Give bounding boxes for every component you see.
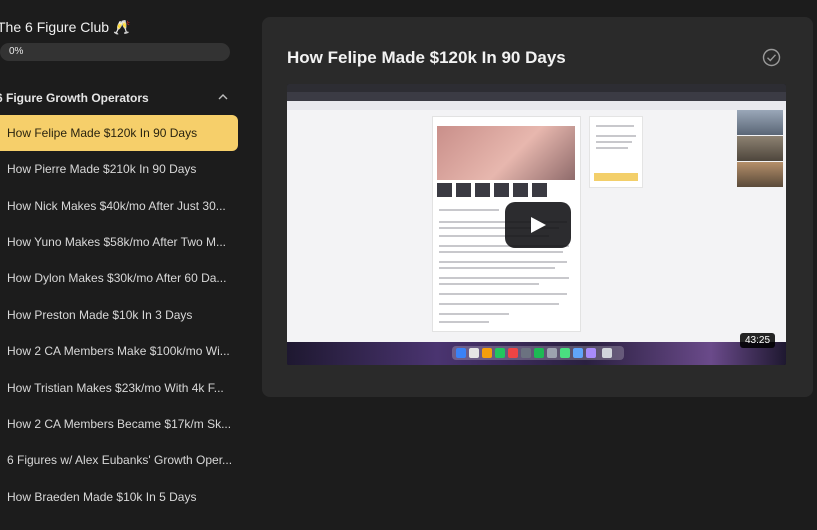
lesson-card: How Felipe Made $120k In 90 Days 43:25	[262, 17, 813, 397]
play-button[interactable]	[505, 202, 571, 248]
lesson-item[interactable]: How Braeden Made $10k In 5 Days	[0, 479, 238, 515]
lesson-item-label: 6 Figures w/ Alex Eubanks' Growth Oper..…	[7, 453, 233, 468]
course-sidebar: The 6 Figure Club 🥂 0% 6 Figure Growth O…	[0, 0, 248, 530]
lesson-item[interactable]: How 2 CA Members Make $100k/mo Wi...	[0, 333, 238, 369]
lesson-item-label: How Nick Makes $40k/mo After Just 30...	[7, 198, 226, 213]
video-frame-webcam	[737, 110, 783, 135]
video-frame-side-panel	[589, 116, 643, 188]
video-frame-webcam	[737, 162, 783, 187]
section-title: 6 Figure Growth Operators	[0, 91, 149, 105]
lesson-item-label: How Tristian Makes $23k/mo With 4k F...	[7, 380, 224, 395]
lesson-item-label: How Braeden Made $10k In 5 Days	[7, 489, 197, 504]
lesson-item[interactable]: 6 Figures w/ Alex Eubanks' Growth Oper..…	[0, 442, 238, 478]
lesson-title: How Felipe Made $120k In 90 Days	[287, 48, 566, 67]
video-duration: 43:25	[740, 333, 776, 348]
lesson-item[interactable]: How Pierre Made $210k In 90 Days	[0, 151, 238, 187]
check-circle-icon[interactable]	[762, 48, 781, 67]
lesson-item[interactable]: How 2 CA Members Became $17k/m Sk...	[0, 406, 238, 442]
video-frame-webcam	[737, 136, 783, 161]
lesson-item-label: How 2 CA Members Became $17k/m Sk...	[7, 416, 232, 431]
lesson-item[interactable]: How Nick Makes $40k/mo After Just 30...	[0, 187, 238, 223]
course-progress-text: 0%	[9, 46, 24, 57]
lesson-item[interactable]: How Dylon Makes $30k/mo After 60 Da...	[0, 260, 238, 296]
video-frame-dock	[452, 346, 624, 360]
video-frame-thumbnails	[437, 183, 549, 197]
play-icon	[531, 217, 546, 233]
video-frame-image	[437, 126, 575, 180]
lesson-list: How Felipe Made $120k In 90 Days How Pier…	[0, 115, 238, 515]
lesson-item-label: How Preston Made $10k In 3 Days	[7, 307, 193, 322]
video-frame-browser-titlebar	[287, 84, 786, 92]
chevron-up-icon[interactable]	[216, 90, 230, 104]
lesson-item-label: How Yuno Makes $58k/mo After Two M...	[7, 234, 226, 249]
course-progress-bar: 0%	[0, 43, 230, 61]
course-title: The 6 Figure Club 🥂	[0, 19, 131, 35]
video-frame-browser-tabs	[287, 92, 786, 101]
lesson-item[interactable]: How Tristian Makes $23k/mo With 4k F...	[0, 369, 238, 405]
lesson-item-label: How Pierre Made $210k In 90 Days	[7, 162, 197, 177]
lesson-item[interactable]: How Yuno Makes $58k/mo After Two M...	[0, 224, 238, 260]
section-header[interactable]: 6 Figure Growth Operators	[0, 88, 240, 108]
lesson-item-active[interactable]: How Felipe Made $120k In 90 Days	[0, 115, 238, 151]
lesson-item-label: How 2 CA Members Make $100k/mo Wi...	[7, 344, 230, 359]
lesson-item-label: How Dylon Makes $30k/mo After 60 Da...	[7, 271, 227, 286]
lesson-item-label: How Felipe Made $120k In 90 Days	[7, 126, 198, 140]
video-player[interactable]: 43:25	[287, 84, 786, 365]
video-frame-bookmarks	[287, 101, 786, 110]
lesson-item[interactable]: How Preston Made $10k In 3 Days	[0, 297, 238, 333]
